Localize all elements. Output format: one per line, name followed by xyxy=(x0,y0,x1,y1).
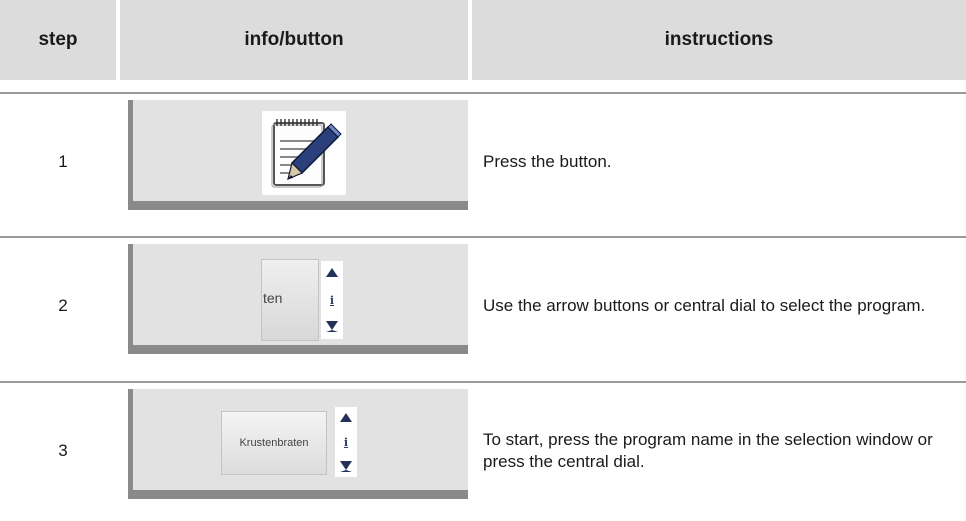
arrow-up-icon[interactable] xyxy=(321,263,343,281)
step-number: 3 xyxy=(58,441,68,460)
table-row: 3 Krustenbraten i To start, press the pr… xyxy=(0,381,966,521)
button-panel: ten i xyxy=(128,244,468,354)
instruction-text: Press the button. xyxy=(483,152,612,171)
program-list[interactable]: ten xyxy=(261,259,319,341)
program-name: Krustenbraten xyxy=(239,437,309,449)
header-step: step xyxy=(0,0,116,80)
info-icon[interactable]: i xyxy=(321,291,343,309)
program-name-button[interactable]: Krustenbraten xyxy=(221,411,327,475)
table-header: step info/button instructions xyxy=(0,0,966,80)
instruction-text: Use the arrow buttons or central dial to… xyxy=(483,296,926,315)
table-row: 2 ten i Use the arrow buttons or central… xyxy=(0,236,966,376)
notepad-edit-icon xyxy=(271,119,342,188)
program-list-item[interactable]: ten xyxy=(263,290,282,306)
notepad-edit-button[interactable] xyxy=(262,111,346,195)
table-row: 1 Press the button. xyxy=(0,92,966,232)
instruction-text: To start, press the program name in the … xyxy=(483,430,933,471)
arrow-down-icon[interactable] xyxy=(335,457,357,475)
arrow-down-icon[interactable] xyxy=(321,317,343,335)
header-instructions: instructions xyxy=(472,0,966,80)
button-panel xyxy=(128,100,468,210)
button-panel: Krustenbraten i xyxy=(128,389,468,499)
header-info-button: info/button xyxy=(120,0,468,80)
arrow-column: i xyxy=(335,407,357,477)
info-icon[interactable]: i xyxy=(335,433,357,451)
step-number: 1 xyxy=(58,152,68,171)
arrow-column: i xyxy=(321,261,343,339)
arrow-up-icon[interactable] xyxy=(335,408,357,426)
step-number: 2 xyxy=(58,296,68,315)
